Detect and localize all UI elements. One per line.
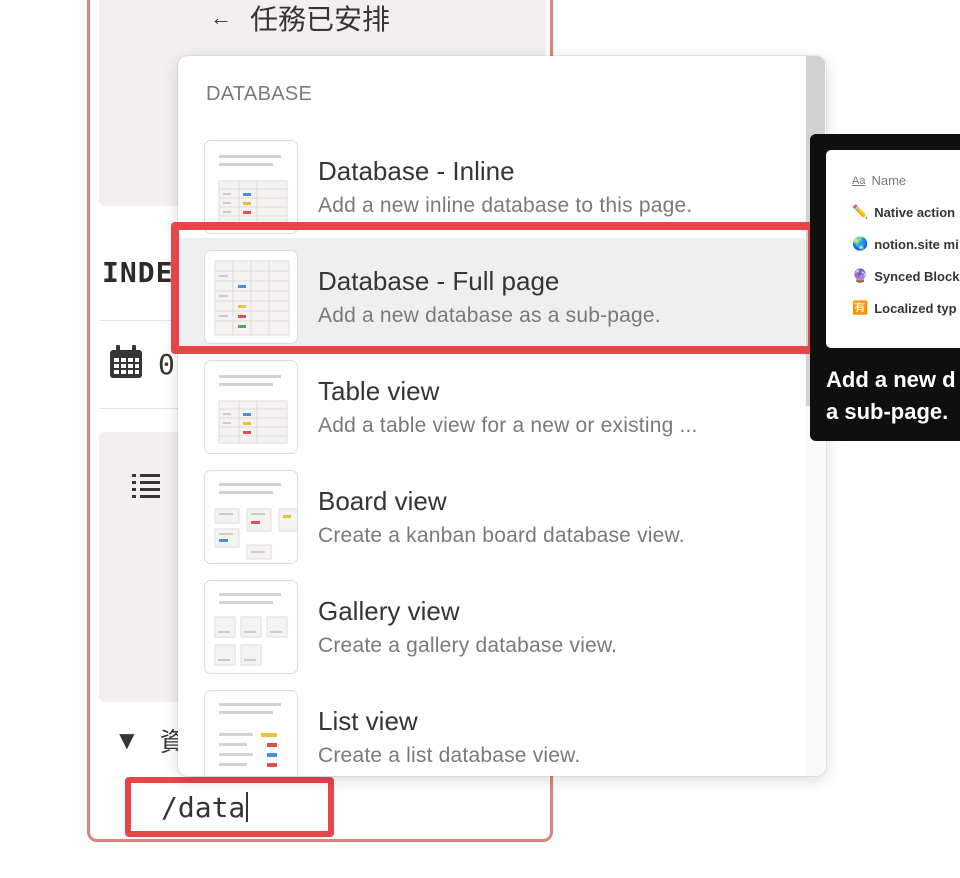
- list-view-icon: [204, 690, 298, 776]
- menu-item-description: Add a table view for a new or existing .…: [318, 414, 698, 437]
- menu-item-description: Add a new inline database to this page.: [318, 194, 693, 217]
- crystal-ball-icon: 🔮: [852, 268, 869, 283]
- toggle-arrow-icon[interactable]: ▼: [114, 725, 140, 756]
- menu-item-title: Database - Inline: [318, 156, 515, 186]
- back-arrow-icon: ←: [210, 5, 232, 30]
- index-heading: INDE: [102, 256, 174, 289]
- menu-item-list-view[interactable]: List view Create a list database view.: [178, 678, 805, 776]
- menu-item-title: Table view: [318, 376, 440, 406]
- board-view-icon: [204, 470, 298, 564]
- slash-command-input[interactable]: /data: [125, 777, 334, 837]
- preview-row: 🌏 notion.site mi: [852, 236, 959, 252]
- callout-title-row: ← 任務已安排: [210, 0, 390, 36]
- preview-row-label: Native action: [874, 204, 956, 220]
- bulleted-list-icon: [131, 470, 161, 505]
- menu-item-description: Create a list database view.: [318, 744, 581, 767]
- preview-caption-line: Add a new d: [826, 367, 956, 392]
- preview-column-header: Name: [871, 173, 907, 188]
- globe-icon: 🌏: [852, 236, 869, 251]
- preview-row: ✏️ Native action: [852, 204, 955, 220]
- preview-row: 🈶 Localized typ: [852, 300, 957, 316]
- text-caret: [246, 792, 249, 822]
- menu-item-table-view[interactable]: Table view Add a table view for a new or…: [178, 348, 805, 458]
- slash-command-text: /data: [161, 790, 246, 824]
- date-row[interactable]: 0: [108, 344, 175, 385]
- menu-item-description: Create a gallery database view.: [318, 634, 618, 657]
- database-inline-icon: [204, 140, 298, 234]
- preview-row-label: notion.site mi: [874, 236, 959, 252]
- text-type-icon: Aa: [852, 174, 866, 187]
- preview-row-label: Localized typ: [874, 300, 957, 316]
- toggle-block[interactable]: ▼ 資: [114, 722, 186, 759]
- callout-title: 任務已安排: [250, 4, 391, 35]
- preview-row: 🔮 Synced Block: [852, 268, 959, 284]
- menu-item-title: Board view: [318, 486, 447, 516]
- preview-header-row: Aa Name: [852, 173, 906, 188]
- table-view-icon: [204, 360, 298, 454]
- preview-caption: Add a new d a sub-page.: [826, 364, 956, 428]
- menu-item-title: Gallery view: [318, 596, 460, 626]
- preview-row-label: Synced Block: [874, 268, 960, 284]
- menu-item-gallery-view[interactable]: Gallery view Create a gallery database v…: [178, 568, 805, 678]
- menu-item-title: List view: [318, 706, 418, 736]
- menu-item-board-view[interactable]: Board view Create a kanban board databas…: [178, 458, 805, 568]
- menu-item-description: Create a kanban board database view.: [318, 524, 685, 547]
- preview-caption-line: a sub-page.: [826, 399, 949, 424]
- pencil-icon: ✏️: [852, 204, 869, 219]
- calendar-icon: [108, 344, 144, 385]
- gallery-view-icon: [204, 580, 298, 674]
- menu-section-label: DATABASE: [206, 83, 313, 105]
- selection-highlight-box: [171, 222, 816, 354]
- localized-badge-icon: 🈶: [852, 300, 869, 315]
- slash-command-menu: DATABASE Database - Inline Add a new inl…: [178, 56, 826, 776]
